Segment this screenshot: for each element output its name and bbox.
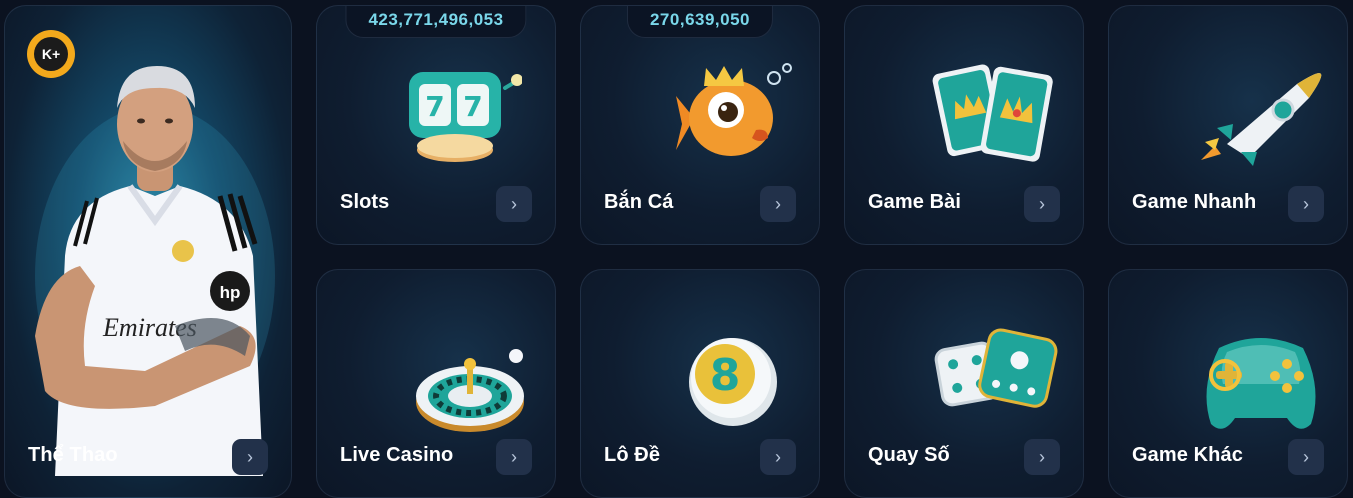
sponsor-logo-text: hp (220, 283, 241, 302)
category-card-draw[interactable]: Quay Số › (844, 269, 1084, 498)
category-card-lottery[interactable]: 8 Lô Đề › (580, 269, 820, 498)
category-card-slots[interactable]: 423,771,496,053 7 7 Slots › (316, 5, 556, 245)
category-label: Quay Số (868, 444, 950, 466)
chevron-right-icon[interactable]: › (496, 186, 532, 222)
ball-number: 8 (710, 350, 741, 401)
reel-value: 7 (425, 90, 444, 123)
chevron-right-icon[interactable]: › (1288, 186, 1324, 222)
category-card-other-games[interactable]: Game Khác › (1108, 269, 1348, 498)
category-label: Bắn Cá (604, 191, 674, 213)
fish-icon (676, 63, 792, 156)
category-label: Thể Thao (28, 444, 118, 466)
rocket-icon (1201, 73, 1322, 166)
dice-icon (934, 328, 1058, 408)
category-label: Game Bài (868, 191, 962, 213)
chevron-right-icon[interactable]: › (496, 439, 532, 475)
category-card-sports[interactable]: K+ hp Emirates Thể Thao › (4, 5, 292, 498)
category-card-card-games[interactable]: Game Bài › (844, 5, 1084, 245)
chevron-right-icon[interactable]: › (1288, 439, 1324, 475)
chevron-right-icon[interactable]: › (1024, 439, 1060, 475)
chevron-right-icon[interactable]: › (760, 439, 796, 475)
category-card-fishing[interactable]: 270,639,050 Bắn Cá › (580, 5, 820, 245)
category-label: Slots (340, 191, 390, 213)
gamepad-icon (1206, 338, 1316, 429)
category-card-live-casino[interactable]: Live Casino › (316, 269, 556, 498)
game-category-grid: K+ hp Emirates Thể Thao › 423,771,496,05… (0, 0, 1353, 498)
jackpot-counter: 270,639,050 (626, 6, 774, 38)
playing-cards-icon (932, 64, 1053, 162)
football-player-illustration: hp Emirates (35, 66, 275, 476)
category-label: Lô Đề (604, 444, 661, 466)
slot-machine-icon: 7 7 (409, 72, 522, 162)
category-label: Game Khác (1132, 444, 1243, 466)
chevron-right-icon[interactable]: › (760, 186, 796, 222)
category-label: Game Nhanh (1132, 191, 1257, 213)
category-card-fast-games[interactable]: Game Nhanh › (1108, 5, 1348, 245)
reel-value: 7 (463, 90, 482, 123)
jackpot-counter: 423,771,496,053 (345, 6, 527, 38)
chevron-right-icon[interactable]: › (1024, 186, 1060, 222)
roulette-icon (416, 349, 524, 432)
chevron-right-icon[interactable]: › (232, 439, 268, 475)
category-label: Live Casino (340, 444, 454, 466)
lottery-ball-icon: 8 (689, 338, 777, 426)
